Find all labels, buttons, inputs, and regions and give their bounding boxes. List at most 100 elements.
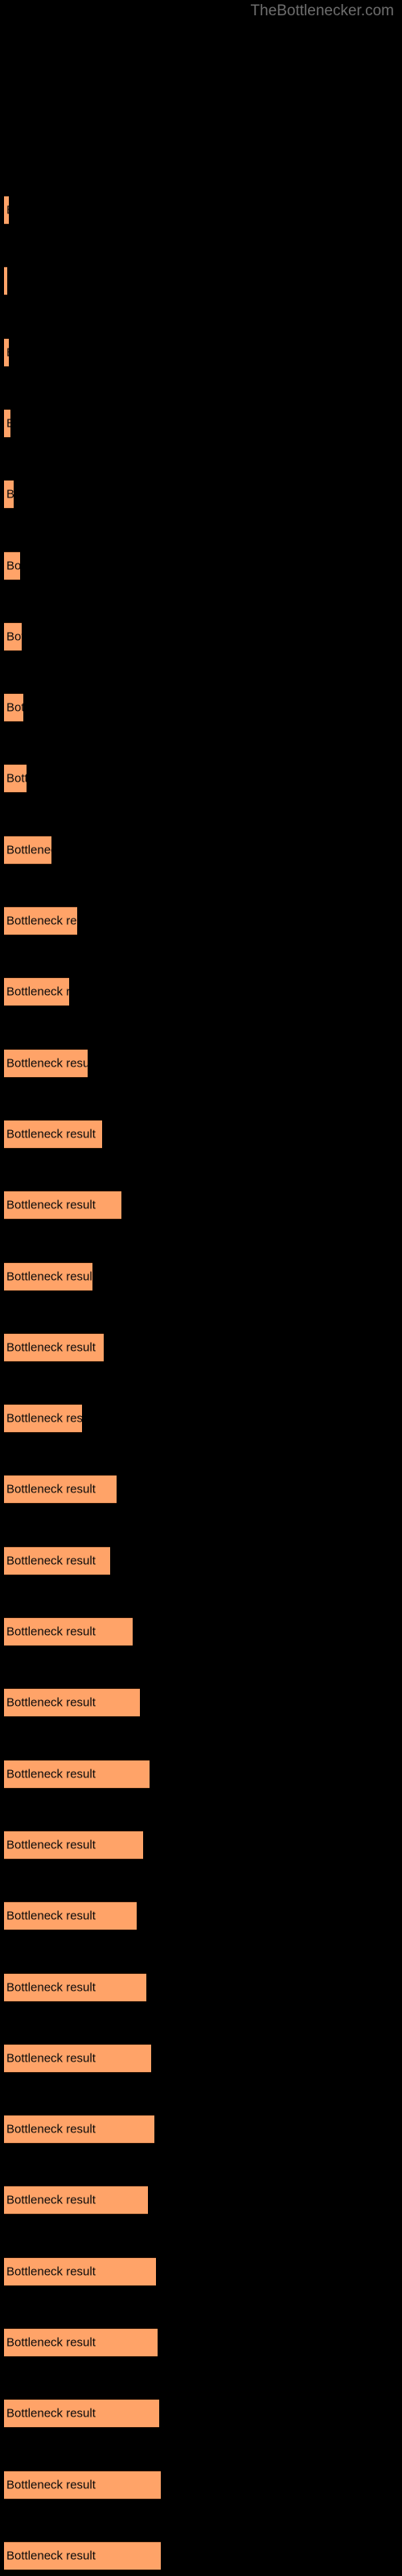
chart-bar: Bottleneck result xyxy=(4,1972,146,2002)
bar-label: Bottleneck result xyxy=(6,2264,96,2279)
chart-bar: Bottleneck result xyxy=(4,1688,140,1718)
bar-row: Bottleneck result xyxy=(0,1261,402,1291)
bar-row: Bottleneck result xyxy=(0,621,402,651)
chart-bar: Bottleneck result xyxy=(4,977,69,1007)
chart-bar: Bottleneck result xyxy=(4,1759,150,1789)
bar-label: Bottleneck result xyxy=(6,1482,96,1496)
bar-label: Bottleneck result xyxy=(6,2478,96,2492)
bar-row: Bottleneck result xyxy=(0,1048,402,1078)
bar-row: Bottleneck result xyxy=(0,1546,402,1575)
bar-label: Bottleneck result xyxy=(6,1695,96,1710)
chart-bar: Bottleneck result xyxy=(4,337,9,367)
bar-label: Bottleneck result xyxy=(6,1909,96,1923)
bar-row: Bottleneck result xyxy=(0,1475,402,1505)
chart-bar: Bottleneck result xyxy=(4,480,14,510)
chart-bar: Bottleneck result xyxy=(4,621,22,651)
chart-bar: Bottleneck result xyxy=(4,1048,88,1078)
bar-row: Bottleneck result xyxy=(0,1972,402,2002)
chart-bar: Bottleneck result xyxy=(4,1546,110,1575)
chart-bar: Bottleneck result xyxy=(4,693,23,723)
bar-label: Bottleneck result xyxy=(6,630,22,644)
bar-label: Bottleneck result xyxy=(6,1340,96,1355)
bar-row: Bottleneck result xyxy=(0,1404,402,1434)
bar-row: Bottleneck result xyxy=(0,1332,402,1362)
bar-label: Bottleneck result xyxy=(6,489,14,501)
bar-row: Bottleneck result xyxy=(0,2541,402,2570)
chart-bar: Bottleneck result xyxy=(4,906,77,936)
chart-bar: Bottleneck result xyxy=(4,2328,158,2358)
chart-bar: Bottleneck result xyxy=(4,2470,161,2500)
bar-label: Bottleneck result xyxy=(6,204,9,217)
bar-row: Bottleneck result xyxy=(0,2328,402,2358)
chart-bar: Bottleneck result xyxy=(4,2043,151,2073)
bar-row: Bottleneck result xyxy=(0,337,402,367)
bar-row: Bottleneck result xyxy=(0,2115,402,2145)
bar-label: Bottleneck result xyxy=(6,275,7,287)
bar-label: Bottleneck result xyxy=(6,2406,96,2421)
bar-row: Bottleneck result xyxy=(0,764,402,794)
bar-row: Bottleneck result xyxy=(0,2399,402,2429)
bar-row: Bottleneck result xyxy=(0,551,402,580)
bar-label: Bottleneck result xyxy=(6,771,27,786)
bar-label: Bottleneck result xyxy=(6,2193,96,2207)
chart-bar: Bottleneck result xyxy=(4,408,10,438)
bar-label: Bottleneck result xyxy=(6,1198,96,1212)
bar-label: Bottleneck result xyxy=(6,2051,96,2066)
bar-label: Bottleneck result xyxy=(6,2122,96,2136)
bar-row: Bottleneck result xyxy=(0,480,402,510)
bar-row: Bottleneck result xyxy=(0,1830,402,1860)
bar-label: Bottleneck result xyxy=(6,2549,96,2563)
bar-label: Bottleneck result xyxy=(6,1624,96,1639)
bar-label: Bottleneck result xyxy=(6,700,23,715)
bar-label: Bottleneck result xyxy=(6,1980,96,1995)
chart-bar: Bottleneck result xyxy=(4,764,27,794)
bar-label: Bottleneck result xyxy=(6,985,69,999)
bar-row: Bottleneck result xyxy=(0,693,402,723)
chart-bar: Bottleneck result xyxy=(4,551,20,580)
chart-bar: Bottleneck result xyxy=(4,266,7,296)
chart-bar: Bottleneck result xyxy=(4,2541,161,2570)
chart-bar: Bottleneck result xyxy=(4,1119,102,1149)
bar-label: Bottleneck result xyxy=(6,1127,96,1141)
bar-label: Bottleneck result xyxy=(6,1056,88,1071)
bar-label: Bottleneck result xyxy=(6,1554,96,1568)
chart-bar: Bottleneck result xyxy=(4,2115,154,2145)
chart-bar: Bottleneck result xyxy=(4,2186,148,2215)
chart-bar: Bottleneck result xyxy=(4,1830,143,1860)
bar-label: Bottleneck result xyxy=(6,914,77,928)
bar-row: Bottleneck result xyxy=(0,2256,402,2286)
chart-bar: Bottleneck result xyxy=(4,1191,121,1220)
chart-bar: Bottleneck result xyxy=(4,835,51,865)
bar-label: Bottleneck result xyxy=(6,559,20,572)
bar-label: Bottleneck result xyxy=(6,843,51,857)
bottleneck-bar-chart: Bottleneck result Bottleneck result Bottle… xyxy=(0,0,402,2576)
bar-row: Bottleneck result xyxy=(0,1759,402,1789)
bar-row: Bottleneck result xyxy=(0,1688,402,1718)
bar-row: Bottleneck result xyxy=(0,2186,402,2215)
bar-row: Bottleneck result xyxy=(0,1901,402,1931)
chart-bar: Bottleneck result xyxy=(4,1617,133,1647)
bar-label: Bottleneck result xyxy=(6,2335,96,2350)
bar-label: Bottleneck result xyxy=(6,1269,92,1284)
chart-bar: Bottleneck result xyxy=(4,1261,92,1291)
bar-row: Bottleneck result xyxy=(0,1191,402,1220)
chart-bar: Bottleneck result xyxy=(4,1901,137,1931)
bar-label: Bottleneck result xyxy=(6,1411,82,1426)
bar-row: Bottleneck result xyxy=(0,196,402,225)
bar-label: Bottleneck result xyxy=(6,1767,96,1781)
bar-row: Bottleneck result xyxy=(0,977,402,1007)
bar-label: Bottleneck result xyxy=(6,417,10,429)
bar-row: Bottleneck result xyxy=(0,1119,402,1149)
bar-row: Bottleneck result xyxy=(0,1617,402,1647)
bar-row: Bottleneck result xyxy=(0,2043,402,2073)
bar-label: Bottleneck result xyxy=(6,1838,96,1852)
bar-label: Bottleneck result xyxy=(6,346,9,358)
bar-row: Bottleneck result xyxy=(0,266,402,296)
chart-bar: Bottleneck result xyxy=(4,1475,117,1505)
chart-bar: Bottleneck result xyxy=(4,1332,104,1362)
chart-bar: Bottleneck result xyxy=(4,2399,159,2429)
bar-row: Bottleneck result xyxy=(0,835,402,865)
bar-row: Bottleneck result xyxy=(0,408,402,438)
chart-bar: Bottleneck result xyxy=(4,196,9,225)
chart-bar: Bottleneck result xyxy=(4,1404,82,1434)
